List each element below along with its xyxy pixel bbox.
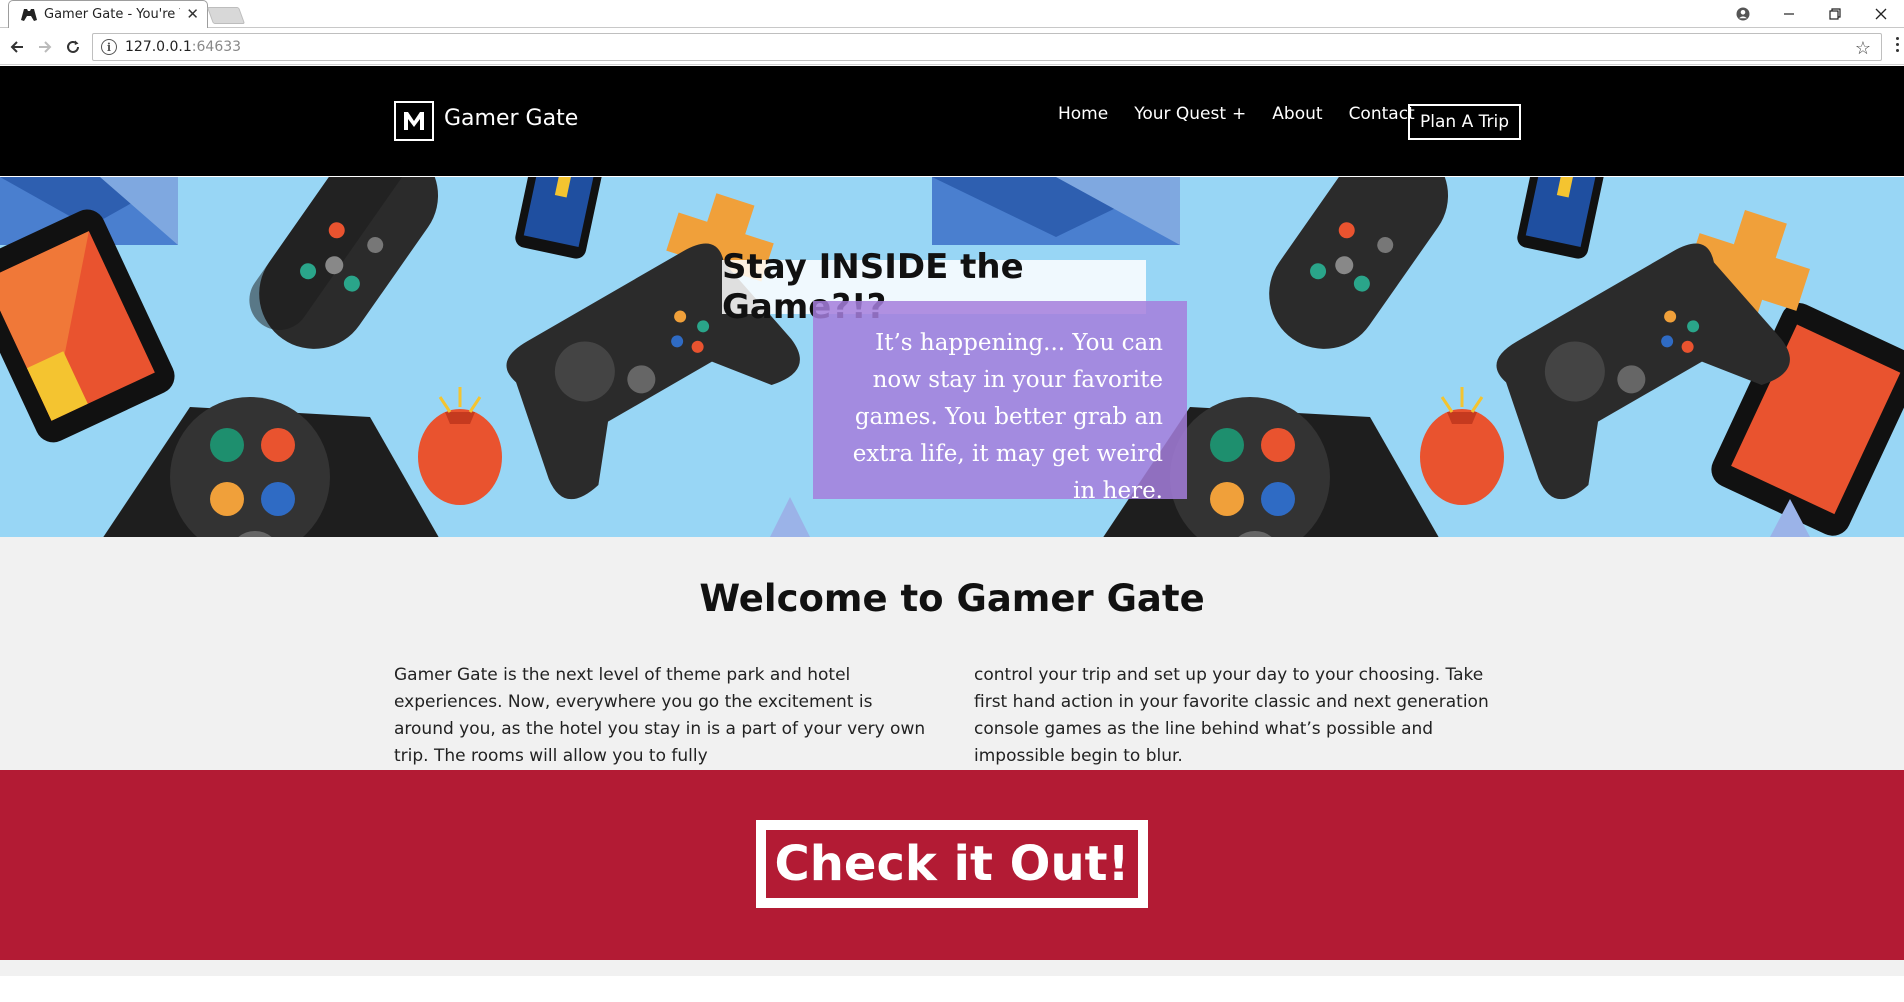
reload-icon[interactable] bbox=[60, 34, 86, 60]
info-icon[interactable]: i bbox=[101, 39, 117, 55]
tab-title: Gamer Gate - You're The bbox=[44, 7, 180, 22]
minimize-icon[interactable] bbox=[1766, 0, 1812, 28]
account-icon[interactable] bbox=[1720, 0, 1766, 28]
main-nav: Home Your Quest + About Contact bbox=[1058, 104, 1441, 124]
back-icon[interactable] bbox=[4, 34, 30, 60]
url-host: 127.0.0.1 bbox=[125, 39, 192, 55]
welcome-text-col-1: Gamer Gate is the next level of theme pa… bbox=[394, 665, 926, 766]
nav-about[interactable]: About bbox=[1272, 104, 1322, 124]
welcome-heading: Welcome to Gamer Gate bbox=[699, 577, 1205, 620]
nav-your-quest-label: Your Quest bbox=[1134, 104, 1227, 124]
forward-icon[interactable] bbox=[32, 34, 58, 60]
site-header: Gamer Gate Home Your Quest + About Contac… bbox=[0, 66, 1904, 176]
tab-close-icon[interactable]: ✕ bbox=[186, 7, 199, 22]
site-name[interactable]: Gamer Gate bbox=[444, 106, 578, 131]
logo-m-icon bbox=[404, 112, 424, 130]
restore-icon[interactable] bbox=[1812, 0, 1858, 28]
welcome-text-col-2: control your trip and set up your day to… bbox=[974, 665, 1489, 766]
plan-a-trip-button[interactable]: Plan A Trip bbox=[1408, 104, 1521, 140]
welcome-section: Welcome to Gamer Gate Gamer Gate is the … bbox=[0, 537, 1904, 770]
menu-icon[interactable] bbox=[1896, 37, 1900, 52]
close-icon[interactable] bbox=[1858, 0, 1904, 28]
nav-contact[interactable]: Contact bbox=[1349, 104, 1415, 124]
browser-tab[interactable]: Gamer Gate - You're The ✕ bbox=[8, 0, 208, 28]
star-icon[interactable]: ☆ bbox=[1855, 38, 1871, 59]
new-tab-button[interactable] bbox=[206, 7, 246, 24]
browser-toolbar: i 127.0.0.1:64633 ☆ bbox=[0, 29, 1904, 65]
gamepad-favicon-icon bbox=[21, 7, 37, 23]
hero-text: It’s happening... You can now stay in yo… bbox=[813, 301, 1187, 504]
nav-home[interactable]: Home bbox=[1058, 104, 1108, 124]
url-port: :64633 bbox=[191, 39, 242, 55]
plus-icon: + bbox=[1232, 104, 1247, 124]
nav-your-quest[interactable]: Your Quest + bbox=[1134, 104, 1246, 124]
browser-tab-bar: Gamer Gate - You're The ✕ bbox=[0, 0, 1904, 28]
cta-section: Check it Out! bbox=[0, 770, 1904, 960]
check-it-out-button[interactable]: Check it Out! bbox=[756, 820, 1148, 908]
page-bottom bbox=[0, 960, 1904, 1002]
address-bar[interactable]: i 127.0.0.1:64633 ☆ bbox=[92, 33, 1882, 61]
window-controls bbox=[1720, 0, 1904, 28]
hero-banner: Stay INSIDE the Game?!? It’s happening..… bbox=[0, 177, 1904, 537]
logo[interactable] bbox=[394, 101, 434, 141]
